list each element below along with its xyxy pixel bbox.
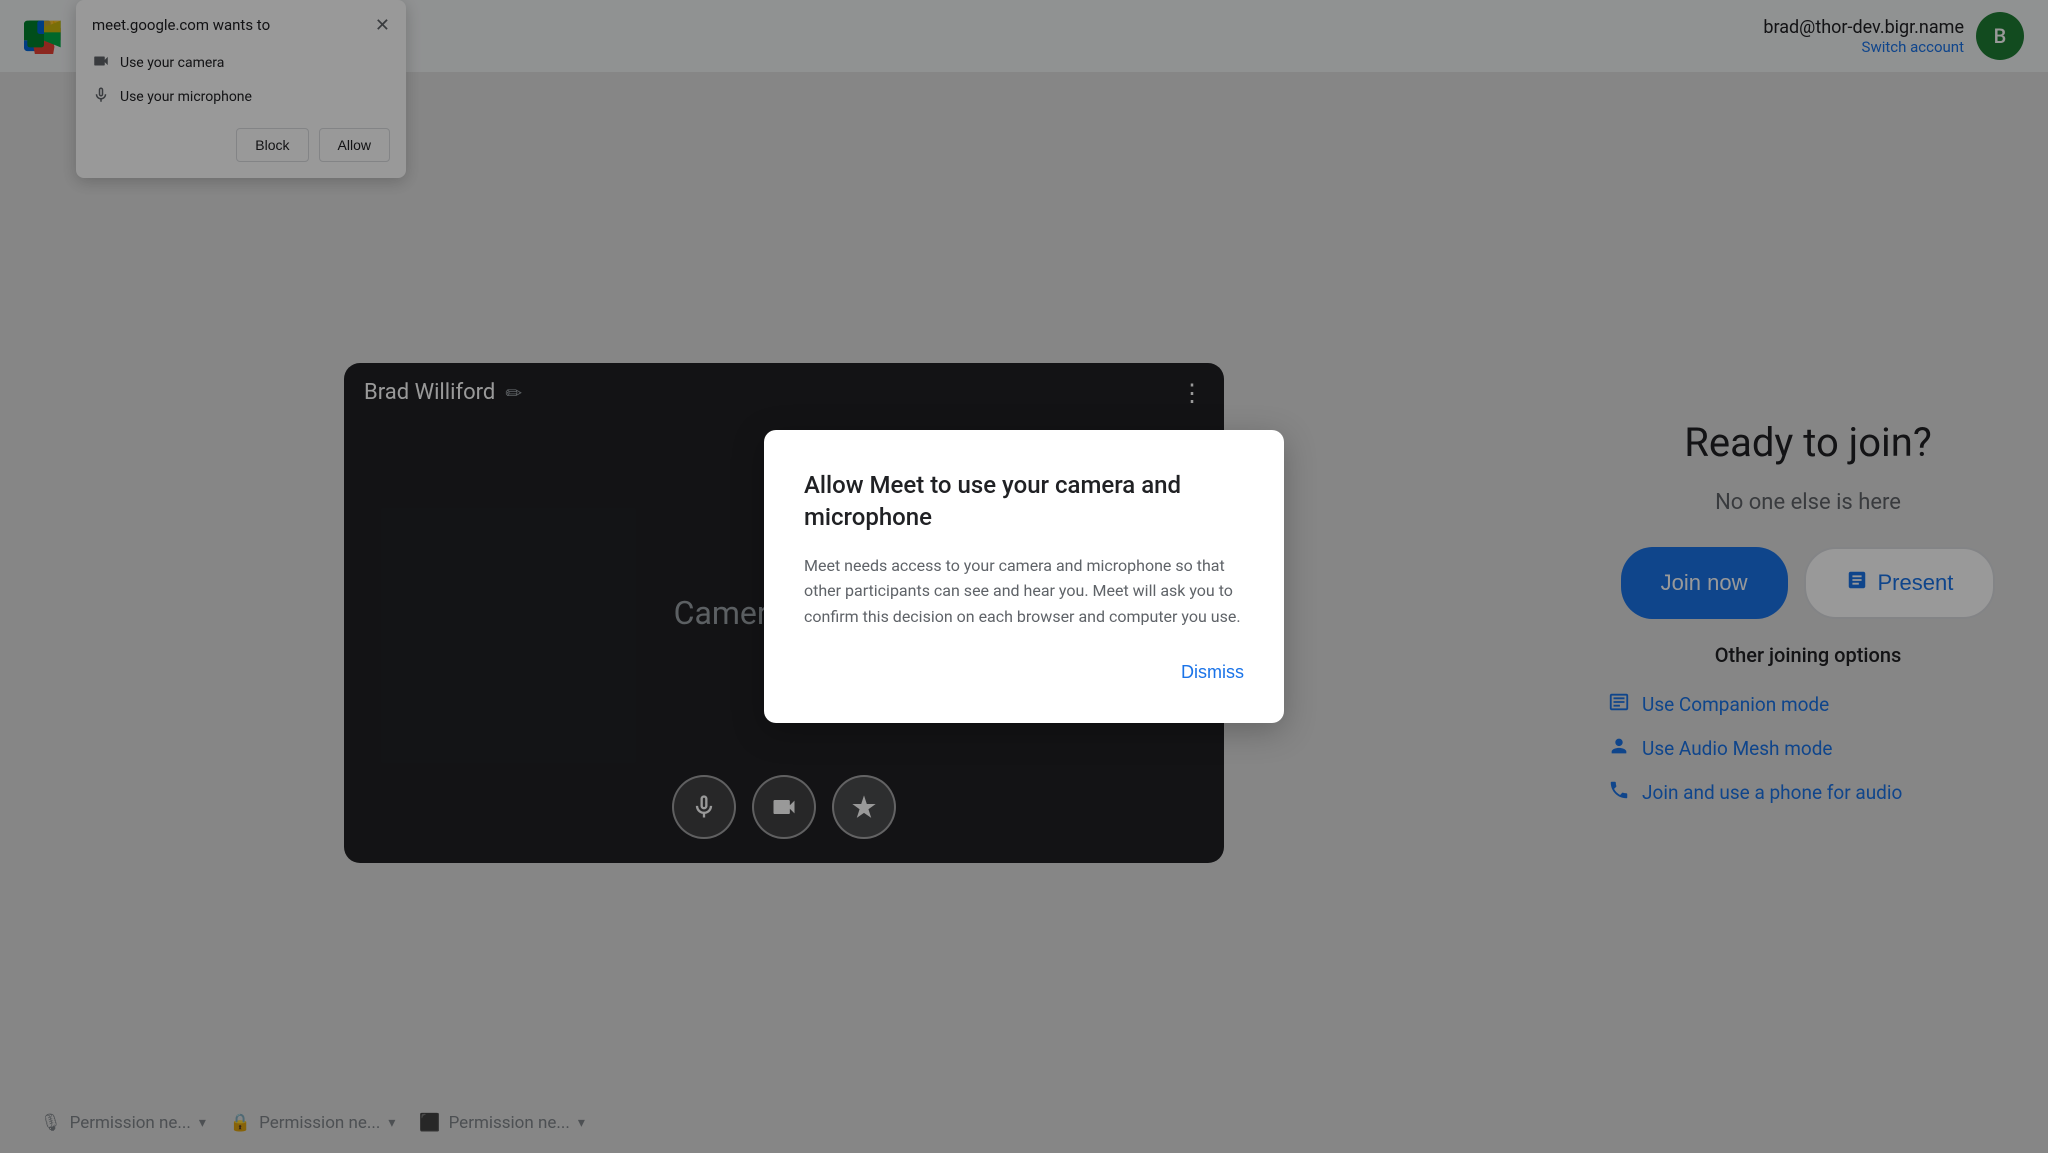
dismiss-button[interactable]: Dismiss [1181, 662, 1244, 683]
modal-body: Meet needs access to your camera and mic… [804, 553, 1244, 630]
permission-modal: Allow Meet to use your camera and microp… [764, 430, 1284, 722]
modal-actions: Dismiss [804, 662, 1244, 683]
modal-overlay: Allow Meet to use your camera and microp… [0, 0, 2048, 1153]
modal-title: Allow Meet to use your camera and microp… [804, 470, 1244, 532]
